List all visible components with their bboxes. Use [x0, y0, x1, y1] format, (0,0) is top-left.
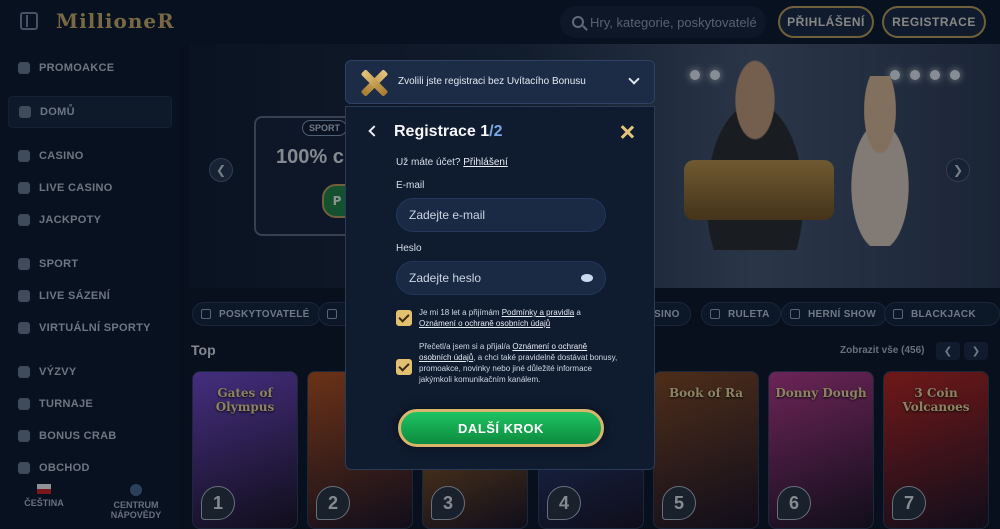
password-field-wrapper[interactable] [396, 261, 606, 295]
terms-link[interactable]: Podmínky a pravidla [502, 308, 574, 317]
registration-modal: Registrace 1/2 Už máte účet? Přihlášení … [345, 106, 655, 470]
modal-step: /2 [489, 123, 503, 140]
no-bonus-x-icon [358, 67, 390, 99]
modal-title: Registrace 1/2 [394, 123, 503, 141]
terms-text: Je mi 18 let a přijímám Podmínky a pravi… [419, 307, 619, 329]
bonus-choice-text: Zvolili jste registraci bez Uvítacího Bo… [398, 76, 586, 87]
password-field[interactable] [409, 271, 579, 285]
have-account-row: Už máte účet? Přihlášení [396, 157, 508, 168]
chevron-down-icon [628, 73, 640, 85]
email-field-wrapper[interactable] [396, 198, 606, 232]
next-step-button[interactable]: DALŠÍ KROK [398, 409, 604, 447]
terms-checkbox[interactable] [396, 310, 412, 326]
bonus-choice-dropdown[interactable]: Zvolili jste registraci bez Uvítacího Bo… [345, 60, 655, 104]
have-account-text: Už máte účet? [396, 157, 461, 168]
login-link[interactable]: Přihlášení [463, 157, 507, 168]
terms-text-part: Je mi 18 let a přijímám [419, 308, 502, 317]
marketing-text-part: Přečetl/a jsem si a přijal/a [419, 342, 513, 351]
email-label: E-mail [396, 180, 425, 191]
terms-text-part: a [574, 308, 581, 317]
privacy-link[interactable]: Oznámení o ochraně osobních údajů [419, 319, 550, 328]
email-field[interactable] [409, 208, 579, 222]
modal-title-text: Registrace 1 [394, 123, 490, 140]
marketing-text: Přečetl/a jsem si a přijal/a Oznámení o … [419, 341, 619, 385]
password-label: Heslo [396, 243, 422, 254]
marketing-checkbox[interactable] [396, 359, 412, 375]
show-password-icon[interactable] [581, 274, 593, 282]
back-arrow-icon[interactable] [368, 125, 380, 137]
close-icon[interactable] [620, 125, 634, 139]
